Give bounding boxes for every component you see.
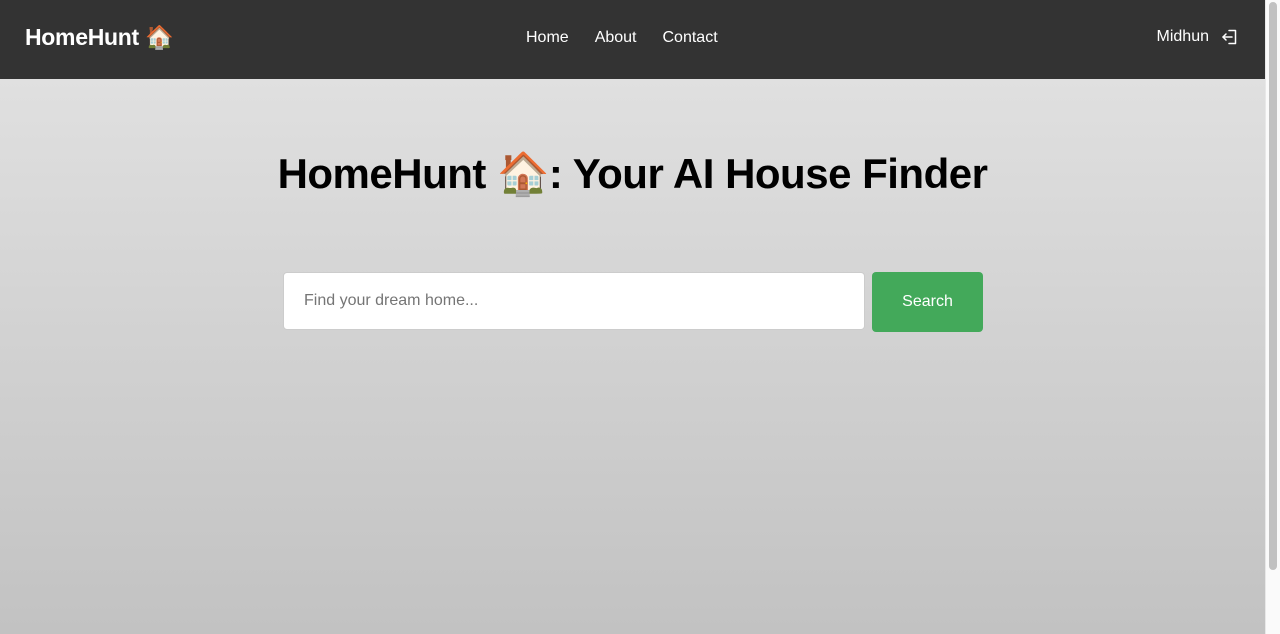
nav-link-home[interactable]: Home (526, 29, 569, 47)
search-input[interactable] (283, 272, 865, 330)
nav-link-about[interactable]: About (595, 29, 637, 47)
user-name: Midhun (1156, 28, 1209, 45)
brand-logo[interactable]: HomeHunt 🏠 (25, 24, 174, 51)
logout-icon[interactable] (1221, 28, 1239, 46)
scrollbar-thumb[interactable] (1269, 2, 1277, 570)
user-menu: Midhun (1157, 28, 1239, 46)
page-background: HomeHunt 🏠 Home About Contact Midhun Hom… (0, 0, 1265, 634)
nav-link-contact[interactable]: Contact (663, 29, 718, 47)
page-title: HomeHunt 🏠: Your AI House Finder (277, 150, 988, 197)
scrollbar[interactable] (1265, 0, 1280, 634)
search-button[interactable]: Search (872, 272, 983, 332)
navbar: HomeHunt 🏠 Home About Contact Midhun (0, 0, 1265, 79)
nav-links: Home About Contact (526, 29, 718, 47)
